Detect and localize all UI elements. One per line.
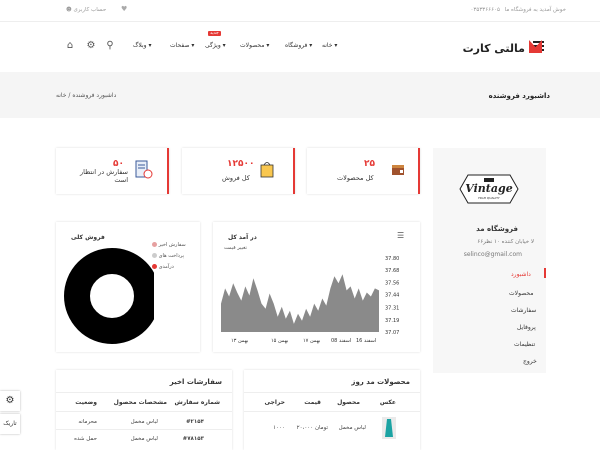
breadcrumb-current: داشبورد فروشنده [72,92,117,99]
sidebar-item-profile[interactable]: پروفایل [517,324,540,331]
x-tick-label: بهمن ۱۳ [231,338,248,344]
menu-item-features[interactable]: ویژگی ▾ [205,42,226,49]
phone-number: ۰۳۵۳۳۶۶۶۰۵ [470,7,500,13]
order-id: #۷۸۱۵۳ [182,436,204,442]
breadcrumb-home[interactable]: خانه [56,92,66,99]
table-row[interactable]: #۲۱۵۴ لباس مخمل محرمانه [56,414,232,430]
sidebar-item-logout[interactable]: خروج [523,358,540,365]
x-tick-label: اسفند 08 [331,338,351,344]
vendor-sidebar: Vintage HIGH QUALITY فروشگاه مد ۶۶لا خیا… [433,148,546,373]
user-icon: ☻ [66,7,72,13]
chart-title: در آمد کل [228,234,257,241]
stat-value: ۱۲۵۰۰ [227,159,255,169]
shopping-bag-icon [260,162,274,178]
dark-mode-button[interactable]: تاریک [0,414,20,434]
x-tick-label: بهمن ۱۷ [303,338,320,344]
order-product: لباس مخمل [130,419,158,425]
gear-icon[interactable]: ⚙ [85,40,97,52]
recent-orders-card: سفارشات اخیر شماره سفارش مشخصات محصول وض… [56,370,232,450]
y-tick-label: 37.31 [385,306,399,312]
y-tick-label: 37.68 [385,268,399,274]
area-chart: 37.07 37.19 37.31 37.44 37.56 37.68 37.80 بهمن… [221,256,399,344]
order-status: محرمانه [78,419,97,425]
table-row[interactable]: لباس مخمل ۲۰،۰۰۰ تومان ۱۰۰۰ [244,414,420,442]
search-icon[interactable]: ⚲ [104,40,116,52]
section-title: سفارشات اخیر [169,378,222,386]
column-header: محصول [337,399,360,406]
table-row[interactable]: #۷۸۱۵۳ لباس مخمل حمل شده [56,431,232,447]
stat-label: کل فروش [222,174,250,182]
settings-float-icon[interactable]: ⚙ [0,391,20,411]
menu-item-products[interactable]: محصولات ▾ [240,42,269,49]
legend-item: پرداخت های [152,251,186,262]
account-link[interactable]: ☻ حساب کاربری [66,7,106,13]
new-badge: جدید [208,31,221,36]
page-title: داشبورد فروشنده [488,92,550,100]
donut-legend: سفارش اخیر پرداخت های درآمدی [152,240,186,273]
stat-label: کل محصولات [337,174,374,182]
column-header: وضعیت [75,399,97,406]
store-icon[interactable]: ⌂ [64,40,76,52]
section-title: محصولات مد روز [351,378,410,386]
store-logo: Vintage HIGH QUALITY [459,174,519,204]
x-tick-label: بهمن ۱۵ [271,338,288,344]
y-tick-label: 37.19 [385,318,399,324]
sidebar-item-orders[interactable]: سفارشات [511,307,540,314]
y-tick-label: 37.44 [385,292,399,298]
y-tick-label: 37.07 [385,330,399,336]
sidebar-item-dashboard[interactable]: داشبورد [511,271,540,278]
column-header: عکس [379,399,396,406]
column-header: قیمت [304,399,321,406]
top-products-card: محصولات مد روز عکس محصول قیمت حراجی لباس… [244,370,420,450]
column-header: حراجی [264,399,285,406]
breadcrumb: داشبورد فروشنده / خانه [56,92,117,99]
order-status: حمل شده [74,436,97,442]
menu-item-shop[interactable]: فروشگاه ▾ [285,42,312,49]
menu-item-blog[interactable]: وبلاگ ▾ [133,42,151,49]
menu-item-home[interactable]: خانه ▾ [322,42,337,49]
store-address: ۶۶لا خیابان کننده ۱۰ نظر [477,239,534,245]
svg-text:Vintage: Vintage [465,182,512,195]
store-name: فروشگاه مد [476,225,518,233]
column-header: شماره سفارش [174,399,220,406]
stat-card-orders: ۵۰ سفارش در انتظار است [56,148,169,194]
x-tick-label: اسفند 16 [356,338,376,344]
product-thumbnail [382,417,396,439]
welcome-text: خوش آمدید به فروشگاه ما [504,7,566,13]
order-product: لباس مخمل [130,436,158,442]
stat-card-sales: ۱۲۵۰۰ کل فروش [182,148,295,194]
area-series [221,274,379,332]
clock-list-icon [135,160,153,179]
legend-item: سفارش اخیر [152,240,186,251]
chart-menu-icon[interactable]: ☰ [397,231,404,240]
order-id: #۲۱۵۴ [185,419,204,425]
logo-text[interactable]: مالتی کارت [463,42,525,55]
sidebar-item-products[interactable]: محصولات [509,290,540,297]
stat-label: سفارش در انتظار است [80,168,128,184]
menu-item-pages[interactable]: صفحات ▾ [170,42,194,49]
chart-subtitle: تغییر قیمت [224,245,247,251]
box-icon [392,165,404,175]
sales-donut-card: فروش کلی سفارش اخیر پرداخت های درآمدی [56,222,200,352]
table-header: شماره سفارش مشخصات محصول وضعیت [56,392,232,412]
revenue-chart-card: در آمد کل تغییر قیمت ☰ 37.07 37.19 37.31 37… [213,222,420,352]
table-header: عکس محصول قیمت حراجی [244,392,420,412]
stat-card-products: ۲۵ کل محصولات [307,148,420,194]
svg-text:HIGH QUALITY: HIGH QUALITY [478,196,500,200]
product-sale: ۱۰۰۰ [273,425,285,431]
stat-value: ۲۵ [364,159,375,169]
product-price: ۲۰،۰۰۰ تومان [296,425,328,431]
top-bar: خوش آمدید به فروشگاه ما ۰۳۵۳۳۶۶۶۰۵ ☻ حسا… [0,0,600,22]
y-tick-label: 37.80 [385,256,399,262]
legend-item: درآمدی [152,262,186,273]
donut-chart [64,248,154,344]
y-tick-label: 37.56 [385,280,399,286]
wishlist-icon[interactable]: ♥ [121,5,127,13]
store-email: selinco@gmail.com [463,251,522,258]
donut-slice [64,248,154,344]
sidebar-item-settings[interactable]: تنظیمات [514,341,540,348]
product-name: لباس مخمل [338,425,366,431]
active-indicator [544,268,546,278]
column-header: مشخصات محصول [113,399,167,406]
